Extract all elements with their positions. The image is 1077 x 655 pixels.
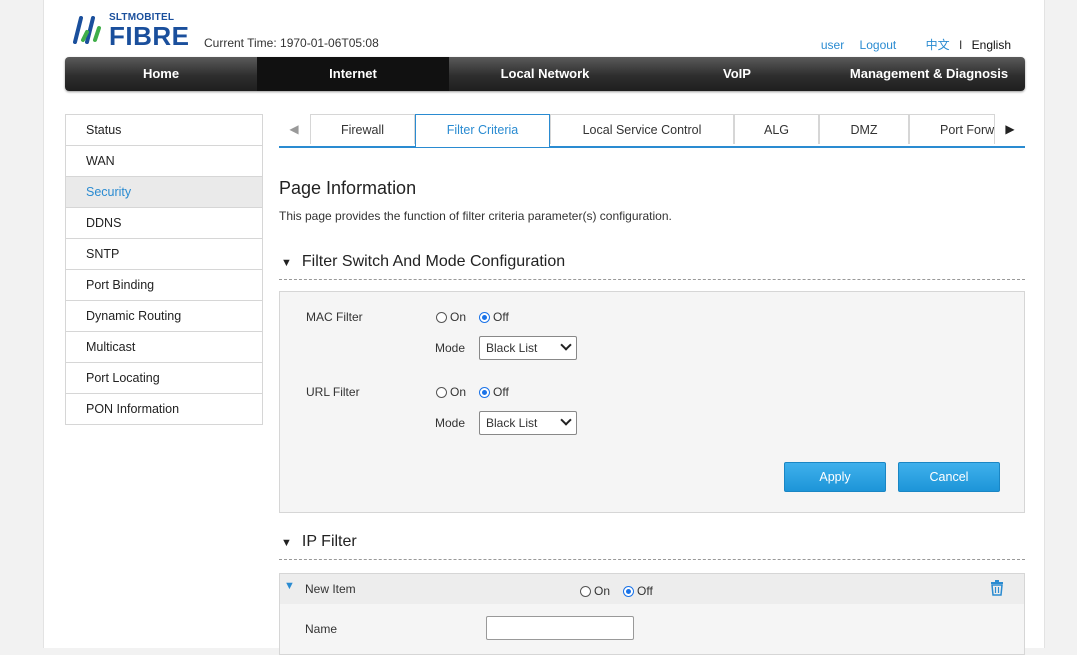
collapse-triangle-icon: ▼	[281, 257, 292, 269]
filter-config-box: MAC Filter On Off Mode Black List URL Fi…	[279, 291, 1025, 513]
ip-filter-off-radio[interactable]: Off	[623, 584, 653, 598]
radio-selected-icon	[479, 311, 490, 323]
tab-filter-criteria[interactable]: Filter Criteria	[415, 114, 550, 147]
collapse-triangle-icon: ▼	[281, 537, 292, 549]
sidebar-item-ddns[interactable]: DDNS	[66, 208, 262, 239]
sidebar-item-sntp[interactable]: SNTP	[66, 239, 262, 270]
tab-dmz[interactable]: DMZ	[819, 114, 909, 144]
section-filter-switch[interactable]: ▼ Filter Switch And Mode Configuration	[279, 253, 1025, 280]
radio-label: Off	[493, 310, 509, 324]
top-links: user Logout 中文 I English	[809, 36, 1011, 53]
expand-triangle-icon[interactable]: ▼	[284, 580, 295, 592]
sidebar-item-status[interactable]: Status	[66, 115, 262, 146]
nav-local-network[interactable]: Local Network	[449, 57, 641, 91]
new-item-bar[interactable]: ▼ New Item On Off	[279, 573, 1025, 605]
url-mode-select[interactable]: Black List	[479, 411, 577, 435]
tab-local-service-control[interactable]: Local Service Control	[550, 114, 734, 144]
main-nav: Home Internet Local Network VoIP Managem…	[65, 57, 1025, 91]
section-ip-filter[interactable]: ▼ IP Filter	[279, 533, 1025, 560]
name-input[interactable]	[486, 616, 634, 640]
sidebar-item-port-binding[interactable]: Port Binding	[66, 270, 262, 301]
ip-filter-on-radio[interactable]: On	[580, 584, 610, 598]
new-item-label: New Item	[305, 582, 356, 596]
page-container: SLTMOBITEL FIBRE Current Time: 1970-01-0…	[43, 0, 1045, 655]
tab-alg[interactable]: ALG	[734, 114, 819, 144]
lang-en-link[interactable]: English	[972, 38, 1011, 52]
sidebar-item-port-locating[interactable]: Port Locating	[66, 363, 262, 394]
mac-mode-select[interactable]: Black List	[479, 336, 577, 360]
radio-selected-icon	[623, 585, 634, 597]
brand-logo: SLTMOBITEL FIBRE	[71, 10, 196, 51]
radio-label: On	[594, 584, 611, 598]
sidebar-item-wan[interactable]: WAN	[66, 146, 262, 177]
nav-home[interactable]: Home	[65, 57, 257, 91]
url-filter-label: URL Filter	[306, 385, 360, 399]
logo-mark-icon	[73, 16, 101, 44]
sidebar-item-multicast[interactable]: Multicast	[66, 332, 262, 363]
chevron-down-icon	[560, 339, 572, 351]
new-item-body: Name	[279, 604, 1025, 655]
mac-filter-label: MAC Filter	[306, 310, 363, 324]
tab-port-forwarding[interactable]: Port Forw	[909, 114, 995, 144]
sidebar-item-dynamic-routing[interactable]: Dynamic Routing	[66, 301, 262, 332]
url-filter-off-radio[interactable]: Off	[479, 385, 509, 399]
apply-button[interactable]: Apply	[784, 462, 886, 492]
sidebar-item-security[interactable]: Security	[66, 177, 262, 208]
lang-separator: I	[958, 38, 963, 52]
current-time: Current Time: 1970-01-06T05:08	[204, 36, 379, 50]
url-mode-label: Mode	[435, 416, 466, 430]
chevron-down-icon	[560, 414, 572, 426]
page-title: Page Information	[279, 178, 417, 198]
nav-voip[interactable]: VoIP	[641, 57, 833, 91]
section-title: Filter Switch And Mode Configuration	[301, 253, 566, 270]
page-description: This page provides the function of filte…	[279, 209, 672, 223]
radio-label: Off	[637, 584, 653, 598]
mac-mode-label: Mode	[435, 341, 466, 355]
tab-firewall[interactable]: Firewall	[310, 114, 415, 144]
radio-circle-icon	[580, 585, 591, 597]
user-link[interactable]: user	[821, 38, 844, 52]
tab-scroll-left-icon[interactable]: ◀	[279, 114, 309, 144]
radio-circle-icon	[436, 311, 447, 323]
section-title: IP Filter	[301, 533, 357, 550]
mac-filter-off-radio[interactable]: Off	[479, 310, 509, 324]
radio-label: On	[450, 310, 467, 324]
mac-filter-on-radio[interactable]: On	[436, 310, 466, 324]
nav-internet[interactable]: Internet	[257, 57, 449, 91]
radio-label: Off	[493, 385, 509, 399]
logout-link[interactable]: Logout	[860, 38, 897, 52]
select-value: Black List	[486, 416, 538, 430]
sidebar: Status WAN Security DDNS SNTP Port Bindi…	[65, 114, 263, 425]
select-value: Black List	[486, 341, 538, 355]
cancel-button[interactable]: Cancel	[898, 462, 1000, 492]
radio-label: On	[450, 385, 467, 399]
tab-scroll-right-icon[interactable]: ▶	[995, 114, 1025, 144]
nav-management-diagnosis[interactable]: Management & Diagnosis	[833, 57, 1025, 91]
lang-zh-link[interactable]: 中文	[926, 38, 950, 52]
name-label: Name	[305, 622, 338, 636]
trash-icon[interactable]	[990, 580, 1004, 596]
brand-main-text: FIBRE	[109, 21, 190, 51]
radio-circle-icon	[436, 386, 447, 398]
url-filter-on-radio[interactable]: On	[436, 385, 466, 399]
tab-bar: ◀ Firewall Filter Criteria Local Service…	[279, 114, 1025, 148]
radio-selected-icon	[479, 386, 490, 398]
sidebar-item-pon-information[interactable]: PON Information	[66, 394, 262, 424]
